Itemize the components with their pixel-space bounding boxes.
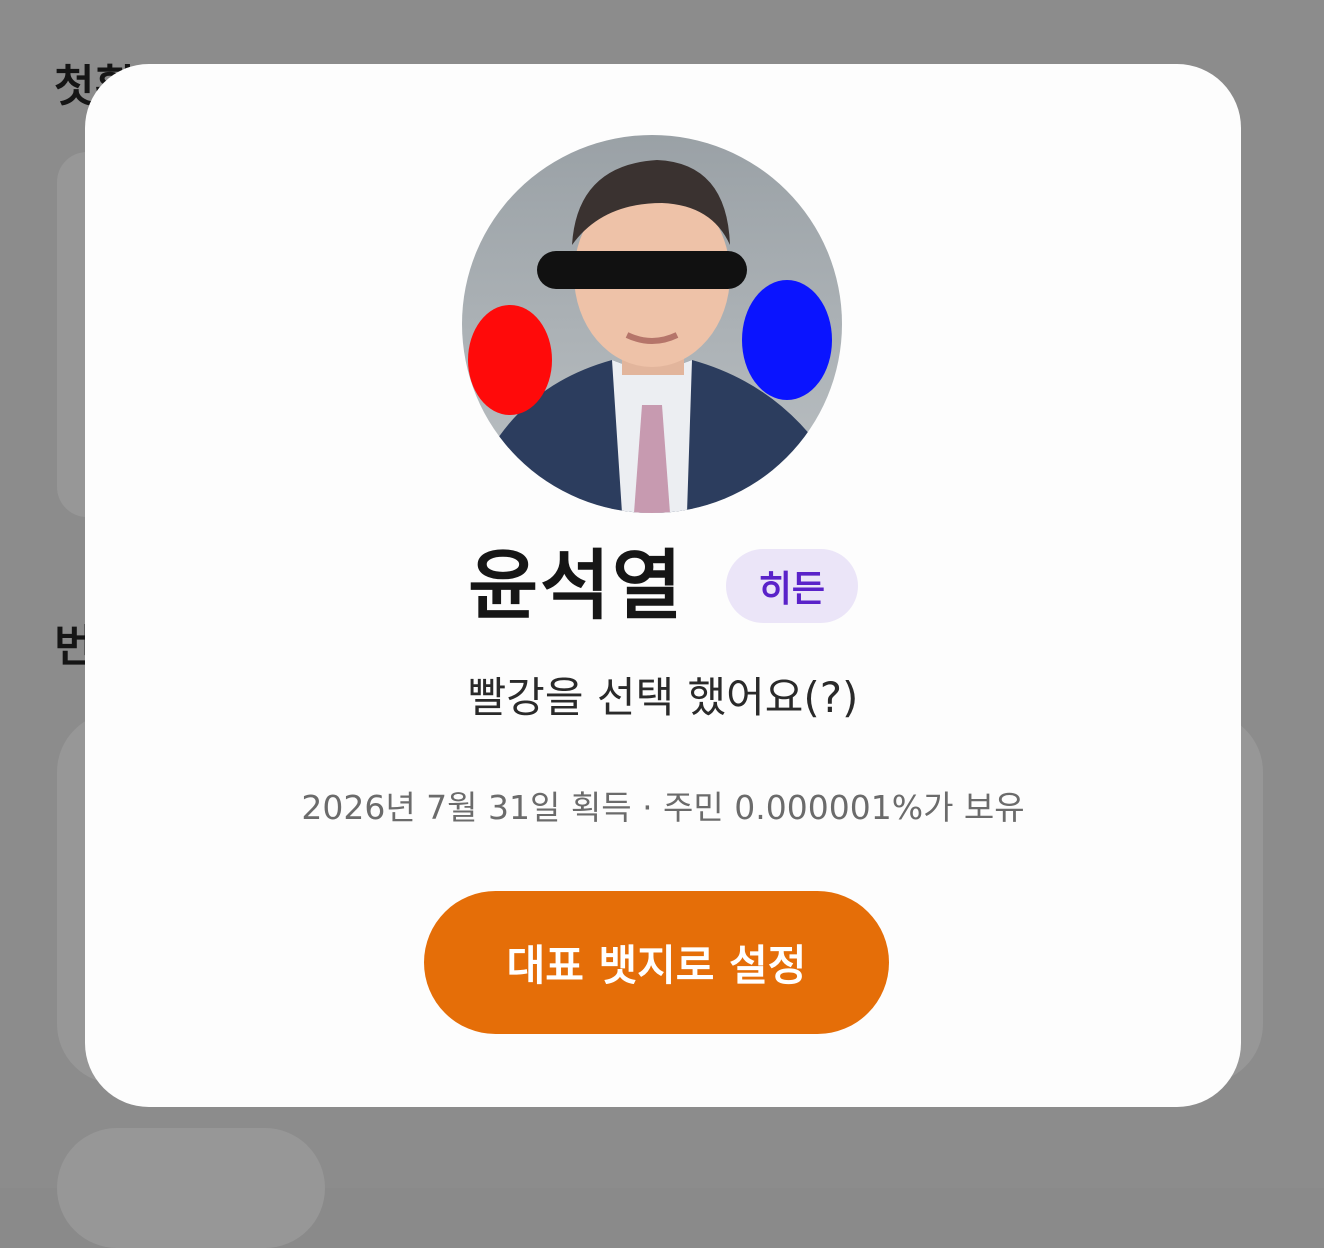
- badge-title-row: 윤석열 히든: [85, 540, 1241, 632]
- badge-name: 윤석열: [468, 541, 684, 630]
- portrait-illustration: [462, 135, 842, 513]
- set-representative-badge-button[interactable]: 대표 뱃지로 설정: [424, 891, 889, 1034]
- badge-acquisition-info: 2026년 7월 31일 획득 · 주민 0.000001%가 보유: [301, 788, 1025, 827]
- badge-description: 빨강을 선택 했어요(?): [467, 673, 859, 722]
- background-card: [57, 1128, 325, 1248]
- badge-avatar-image: [462, 135, 842, 513]
- rarity-badge: 히든: [725, 549, 858, 623]
- badge-detail-modal: 윤석열 히든 빨강을 선택 했어요(?) 2026년 7월 31일 획득 · 주…: [85, 64, 1241, 1107]
